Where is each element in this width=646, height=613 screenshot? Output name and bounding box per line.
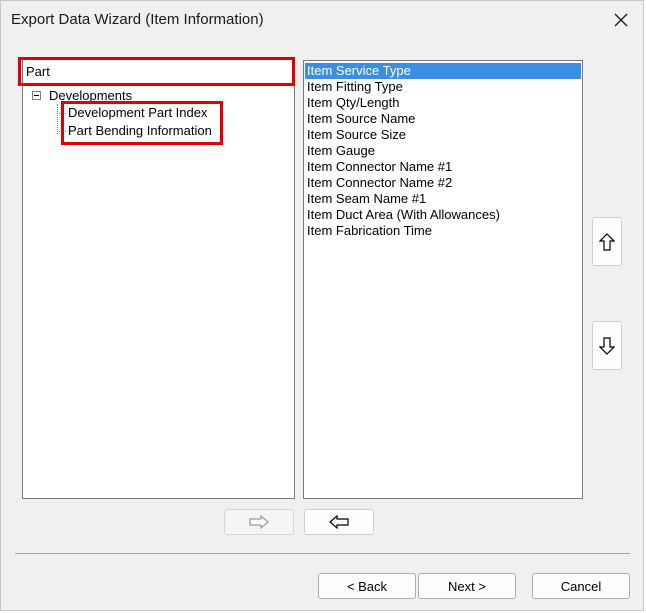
field-list-item[interactable]: Item Connector Name #1 (305, 159, 581, 175)
field-list-item[interactable]: Item Duct Area (With Allowances) (305, 207, 581, 223)
back-button[interactable]: < Back (318, 573, 416, 599)
tree-node-part[interactable]: Part (26, 63, 50, 81)
tree-node-development-part-index[interactable]: Development Part Index (68, 105, 207, 121)
move-up-button[interactable] (592, 217, 622, 266)
cancel-button[interactable]: Cancel (532, 573, 630, 599)
field-list-item[interactable]: Item Fabrication Time (305, 223, 581, 239)
arrow-down-icon (599, 336, 615, 355)
tree-connector-line (57, 104, 58, 134)
arrow-right-icon (249, 515, 269, 529)
arrow-left-icon (329, 515, 349, 529)
remove-field-button[interactable] (304, 509, 374, 535)
tree-connector-line (57, 113, 66, 114)
field-list-item[interactable]: Item Qty/Length (305, 95, 581, 111)
field-list-item[interactable]: Item Source Name (305, 111, 581, 127)
add-field-button[interactable] (224, 509, 294, 535)
close-button[interactable] (605, 5, 637, 35)
tree-node-part-bending-information[interactable]: Part Bending Information (68, 123, 212, 139)
close-icon (614, 13, 628, 27)
field-list-item[interactable]: Item Service Type (305, 63, 581, 79)
field-list-item[interactable]: Item Gauge (305, 143, 581, 159)
tree-connector-line (57, 131, 66, 132)
field-list-item[interactable]: Item Seam Name #1 (305, 191, 581, 207)
window-title: Export Data Wizard (Item Information) (11, 11, 264, 28)
field-list-item[interactable]: Item Connector Name #2 (305, 175, 581, 191)
tree-node-developments[interactable]: Developments (49, 88, 132, 104)
footer-separator (15, 553, 630, 554)
arrow-up-icon (599, 232, 615, 251)
collapse-toggle-icon[interactable] (32, 91, 41, 100)
next-button[interactable]: Next > (418, 573, 516, 599)
field-list-item[interactable]: Item Source Size (305, 127, 581, 143)
field-list-item[interactable]: Item Fitting Type (305, 79, 581, 95)
move-down-button[interactable] (592, 321, 622, 370)
title-bar: Export Data Wizard (Item Information) (1, 1, 643, 39)
